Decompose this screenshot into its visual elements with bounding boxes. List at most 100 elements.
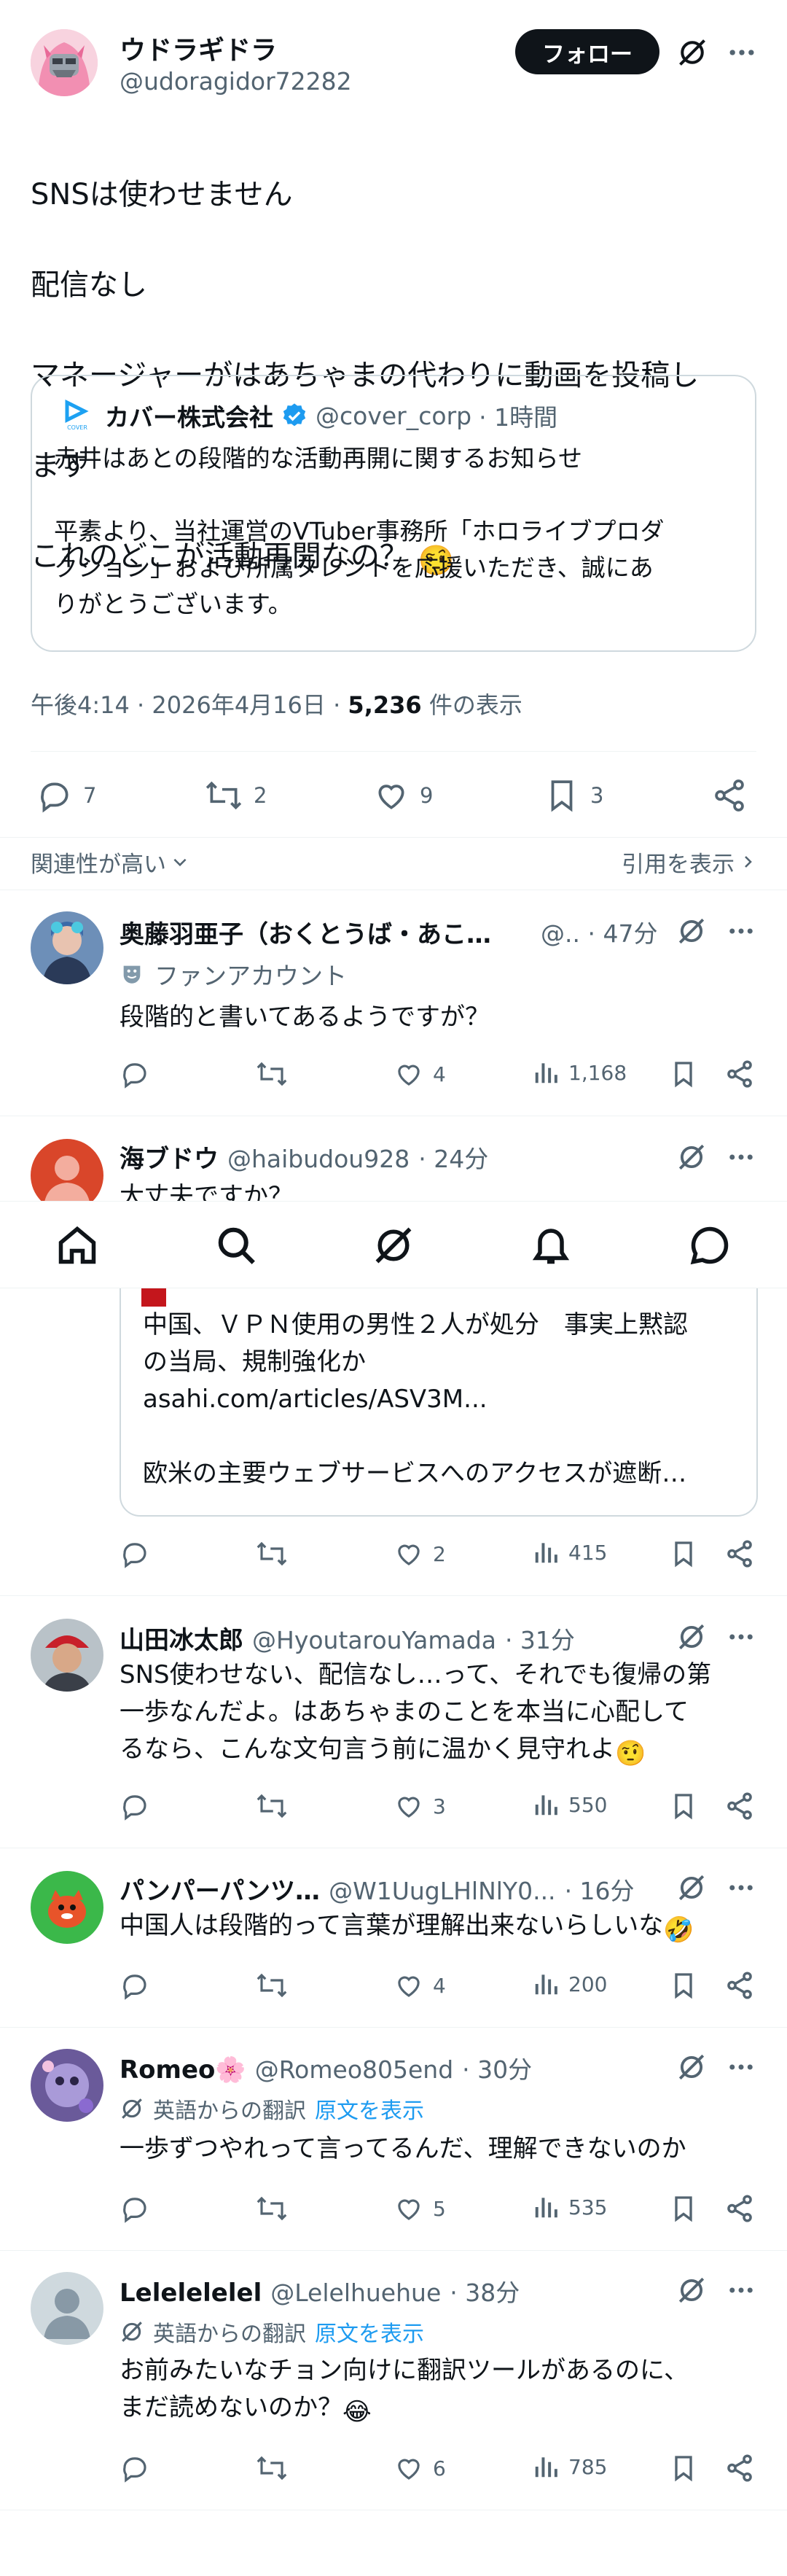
repost-action[interactable] <box>255 1059 289 1089</box>
tears-of-joy-emoji: 😂 <box>342 2397 372 2427</box>
reply-action[interactable] <box>120 1059 150 1089</box>
share-icon[interactable] <box>724 2453 755 2483</box>
share-icon[interactable] <box>711 777 748 814</box>
like-stat[interactable]: 9 <box>373 777 433 814</box>
views-action[interactable]: 1,168 <box>532 1059 627 1086</box>
reply-action[interactable] <box>120 2193 150 2224</box>
share-icon[interactable] <box>724 1538 755 1569</box>
quote-time: · 1時間 <box>479 403 558 432</box>
bookmark-stat[interactable]: 3 <box>544 777 603 814</box>
search-icon[interactable] <box>214 1223 258 1267</box>
reply-avatar[interactable] <box>31 2272 103 2345</box>
reply-author-name[interactable]: 山田冰太郎 <box>120 1620 243 1656</box>
share-icon[interactable] <box>724 2193 755 2224</box>
more-options-icon[interactable] <box>726 36 758 69</box>
show-original-link[interactable]: 原文を表示 <box>315 2093 424 2125</box>
reply-icon <box>120 1538 150 1569</box>
messages-icon[interactable] <box>688 1223 732 1267</box>
reply-avatar[interactable] <box>31 911 103 984</box>
quote-line: りがとうございます。 <box>54 590 292 618</box>
grok-icon[interactable] <box>676 36 708 69</box>
reply-action[interactable] <box>120 1791 150 1821</box>
repost-action[interactable] <box>255 1970 289 2001</box>
author-name[interactable]: ウドラギドラ <box>120 29 277 67</box>
bookmark-icon[interactable] <box>669 2453 698 2483</box>
reply-avatar[interactable] <box>31 2049 103 2122</box>
share-icon[interactable] <box>724 1791 755 1821</box>
share-icon[interactable] <box>724 1970 755 2001</box>
reply-action[interactable] <box>120 2453 150 2483</box>
like-action[interactable]: 6 <box>394 2453 446 2483</box>
reply-time: · 31分 <box>504 1626 575 1654</box>
cover-logo: COVER <box>60 397 95 432</box>
reply-handle: @W1UugLHlNlY0... <box>329 1877 556 1905</box>
more-options-icon[interactable] <box>726 1622 756 1652</box>
reply-action[interactable] <box>120 1538 150 1569</box>
like-action[interactable]: 3 <box>394 1791 446 1821</box>
reply-action[interactable] <box>120 1970 150 2001</box>
more-options-icon[interactable] <box>726 1872 756 1903</box>
show-quotes-link[interactable]: 引用を表示 <box>622 837 756 887</box>
quoted-post[interactable]: COVER カバー株式会社 @cover_corp · 1時間 赤井はあとの段階… <box>31 375 756 652</box>
grok-icon[interactable] <box>676 1872 707 1903</box>
more-options-icon[interactable] <box>726 2052 756 2082</box>
show-original-link[interactable]: 原文を表示 <box>315 2316 424 2348</box>
like-action[interactable]: 4 <box>394 1059 446 1089</box>
reply-author-name[interactable]: 奥藤羽亜子（おくとうば・あこ… <box>120 914 513 950</box>
bookmark-icon[interactable] <box>669 1059 698 1089</box>
share-icon[interactable] <box>724 1059 755 1089</box>
views-icon <box>532 1791 560 1818</box>
views-icon <box>532 2453 560 2480</box>
grok-icon[interactable] <box>676 2275 707 2305</box>
views-action[interactable]: 785 <box>532 2453 607 2480</box>
reply-author-name[interactable]: 海ブドウ <box>120 1139 219 1175</box>
views-action[interactable]: 200 <box>532 1970 607 1998</box>
sort-dropdown[interactable]: 関連性が高い <box>31 837 189 887</box>
reply-avatar[interactable] <box>31 1871 103 1944</box>
notifications-icon[interactable] <box>529 1223 573 1267</box>
views-action[interactable]: 415 <box>532 1538 607 1566</box>
grok-icon[interactable] <box>676 916 707 946</box>
more-options-icon[interactable] <box>726 2275 756 2305</box>
grok-icon[interactable] <box>676 2052 707 2082</box>
views-action[interactable]: 535 <box>532 2193 607 2221</box>
reply-author-name[interactable]: Romeo🌸 <box>120 2055 246 2085</box>
more-options-icon[interactable] <box>726 1142 756 1172</box>
reply-time: · 30分 <box>462 2055 533 2084</box>
reply-author-name[interactable]: Lelelelelel <box>120 2279 262 2308</box>
grok-icon[interactable] <box>676 1142 707 1172</box>
bookmark-icon <box>544 777 580 814</box>
repost-action[interactable] <box>255 2453 289 2483</box>
like-action[interactable]: 5 <box>394 2193 446 2224</box>
views-action[interactable]: 550 <box>532 1791 607 1818</box>
repost-action[interactable] <box>255 1791 289 1821</box>
views-count: 5,236 <box>348 691 422 719</box>
bookmark-icon[interactable] <box>669 2193 698 2224</box>
flower-emoji: 🌸 <box>215 2055 246 2085</box>
grok-icon[interactable] <box>676 1622 707 1652</box>
more-options-icon[interactable] <box>726 916 756 946</box>
repost-icon <box>255 2193 289 2224</box>
reply-avatar[interactable] <box>31 1619 103 1692</box>
translation-label: 英語からの翻訳 <box>153 2098 306 2124</box>
repost-stat[interactable]: 2 <box>204 777 267 814</box>
fan-account-icon <box>120 962 144 987</box>
repost-action[interactable] <box>255 2193 289 2224</box>
repost-action[interactable] <box>255 1538 289 1569</box>
like-action[interactable]: 4 <box>394 1970 446 2001</box>
bookmark-icon[interactable] <box>669 1538 698 1569</box>
like-action[interactable]: 2 <box>394 1538 446 1569</box>
grok-icon[interactable] <box>372 1223 415 1267</box>
follow-button[interactable]: フォロー <box>515 29 659 74</box>
author-avatar[interactable] <box>31 29 98 96</box>
bookmark-icon[interactable] <box>669 1970 698 2001</box>
bookmark-icon[interactable] <box>669 1791 698 1821</box>
reply-stat[interactable]: 7 <box>36 777 96 814</box>
post-timestamp[interactable]: 午後4:14 · 2026年4月16日 · <box>31 691 340 719</box>
author-handle[interactable]: @udoragidor72282 <box>120 67 352 96</box>
reply-time: · 47分 <box>587 919 658 948</box>
reply-author-name[interactable]: パンパーパンツ… <box>120 1871 320 1907</box>
reply-icon <box>120 1970 150 2001</box>
repost-icon <box>255 1970 289 2001</box>
home-icon[interactable] <box>55 1223 99 1267</box>
